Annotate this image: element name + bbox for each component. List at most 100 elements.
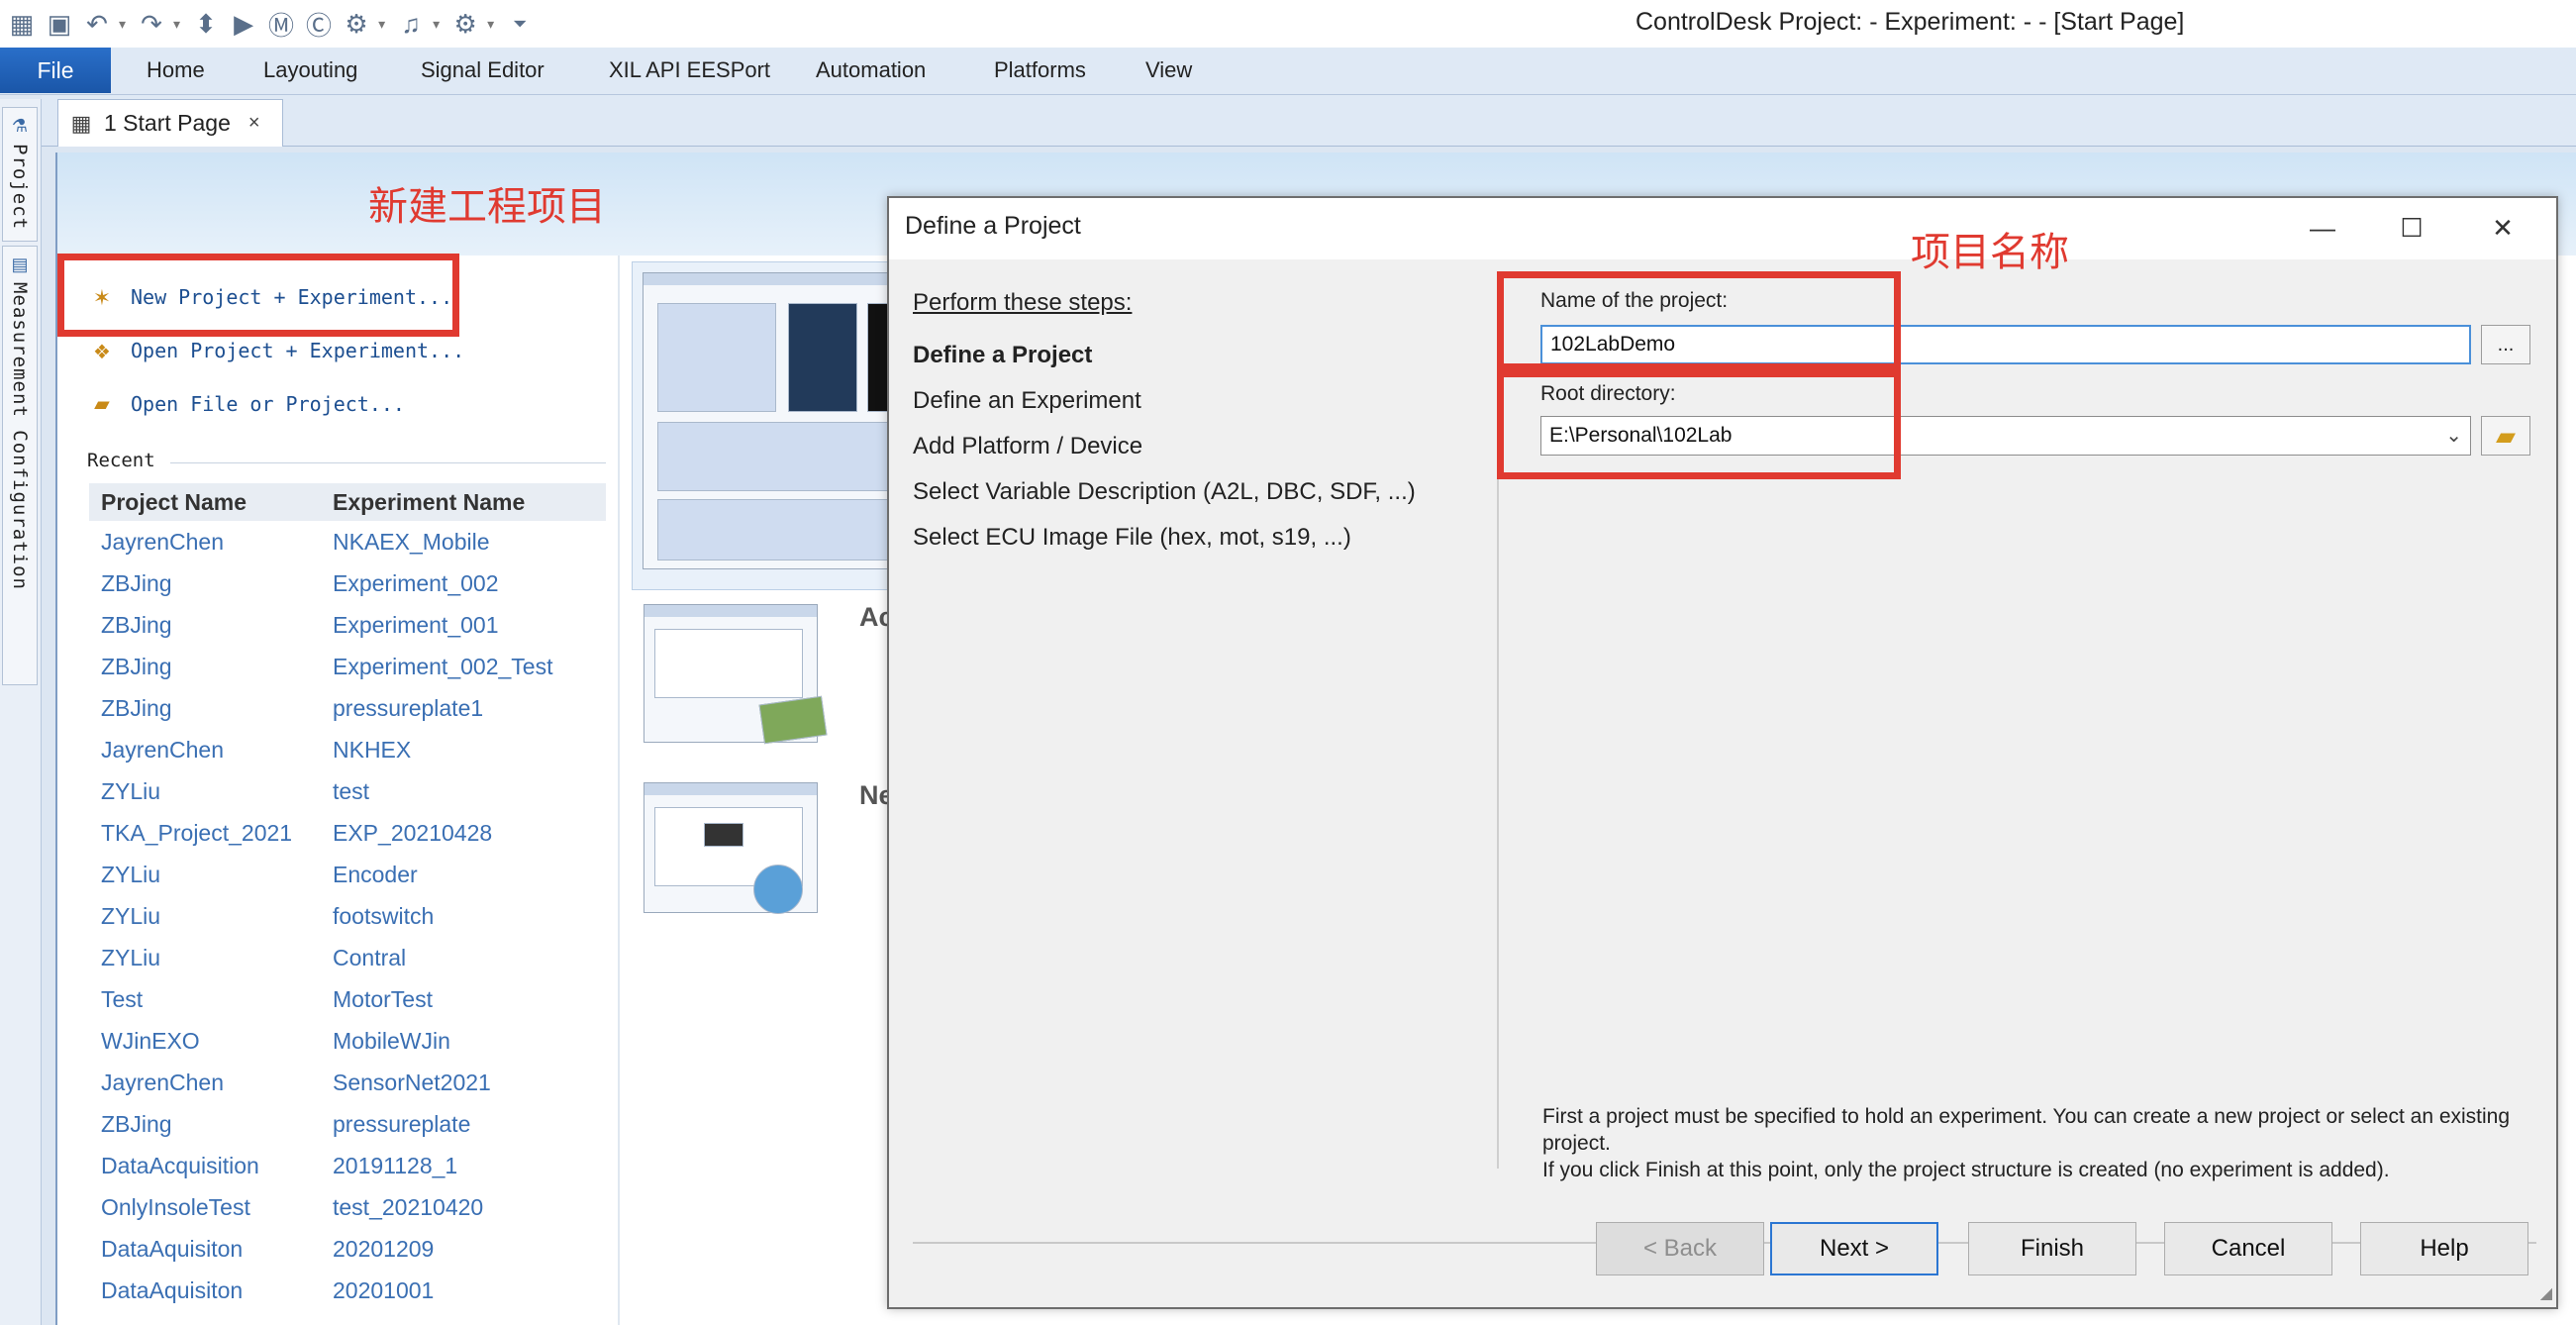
experiment-name-cell[interactable]: 20191128_1 bbox=[333, 1153, 606, 1179]
undo-dropdown-icon[interactable]: ▾ bbox=[119, 16, 126, 33]
table-row[interactable]: ZBJing Experiment_002 bbox=[89, 562, 606, 604]
project-name-cell[interactable]: ZBJing bbox=[89, 1111, 333, 1138]
maximize-icon[interactable]: ☐ bbox=[2382, 208, 2441, 248]
finish-button[interactable]: Finish bbox=[1968, 1222, 2136, 1275]
save-icon[interactable]: ▣ bbox=[44, 8, 75, 40]
table-row[interactable]: DataAquisiton 20201001 bbox=[89, 1270, 606, 1311]
table-row[interactable]: JayrenChen SensorNet2021 bbox=[89, 1062, 606, 1103]
experiment-name-cell[interactable]: test_20210420 bbox=[333, 1194, 606, 1221]
close-icon[interactable]: ✕ bbox=[2473, 208, 2532, 248]
open-file-or-project-link[interactable]: ▰ Open File or Project... bbox=[85, 388, 405, 420]
table-row[interactable]: ZBJing Experiment_002_Test bbox=[89, 646, 606, 687]
tab-xil-api-eesport[interactable]: XIL API EESPort bbox=[609, 57, 770, 83]
table-row[interactable]: ZYLiu Contral bbox=[89, 937, 606, 978]
tab-start-page[interactable]: ▦ 1 Start Page × bbox=[57, 99, 283, 147]
minimize-icon[interactable]: — bbox=[2293, 208, 2352, 248]
table-row[interactable]: WJinEXO MobileWJin bbox=[89, 1020, 606, 1062]
table-row[interactable]: DataAquisiton 20201209 bbox=[89, 1228, 606, 1270]
experiment-name-cell[interactable]: test bbox=[333, 778, 606, 805]
project-name-cell[interactable]: ZBJing bbox=[89, 612, 333, 639]
column-experiment-name[interactable]: Experiment Name bbox=[333, 489, 606, 516]
project-name-cell[interactable]: ZYLiu bbox=[89, 945, 333, 971]
table-row[interactable]: Test MotorTest bbox=[89, 978, 606, 1020]
experiment-thumbnail[interactable] bbox=[644, 782, 818, 914]
table-row[interactable]: DataAcquisition 20191128_1 bbox=[89, 1145, 606, 1186]
app-icon[interactable]: ▦ bbox=[6, 8, 38, 40]
browse-button[interactable]: ... bbox=[2481, 325, 2530, 364]
experiment-name-cell[interactable]: MobileWJin bbox=[333, 1028, 606, 1055]
table-row[interactable]: TKA_Project_2021 EXP_20210428 bbox=[89, 812, 606, 854]
cancel-button[interactable]: Cancel bbox=[2164, 1222, 2332, 1275]
experiment-name-cell[interactable]: pressureplate bbox=[333, 1111, 606, 1138]
project-name-cell[interactable]: ZYLiu bbox=[89, 862, 333, 888]
experiment-name-cell[interactable]: 20201001 bbox=[333, 1277, 606, 1304]
project-name-cell[interactable]: TKA_Project_2021 bbox=[89, 820, 333, 847]
play-icon[interactable]: ▶ bbox=[228, 8, 259, 40]
close-icon[interactable]: × bbox=[248, 112, 260, 135]
chevron-down-icon[interactable]: ⌄ bbox=[2445, 417, 2462, 455]
experiment-name-cell[interactable]: Encoder bbox=[333, 862, 606, 888]
table-row[interactable]: JayrenChen NKAEX_Mobile bbox=[89, 521, 606, 562]
table-row[interactable]: ZBJing pressureplate1 bbox=[89, 687, 606, 729]
tool2-icon[interactable]: ♫ bbox=[395, 8, 427, 40]
project-name-cell[interactable]: JayrenChen bbox=[89, 529, 333, 556]
tool1-dropdown-icon[interactable]: ▾ bbox=[378, 16, 385, 33]
table-row[interactable]: ZYLiu test bbox=[89, 770, 606, 812]
experiment-name-cell[interactable]: Experiment_001 bbox=[333, 612, 606, 639]
experiment-name-cell[interactable]: pressureplate1 bbox=[333, 695, 606, 722]
table-row[interactable]: ZYLiu footswitch bbox=[89, 895, 606, 937]
project-name-cell[interactable]: WJinEXO bbox=[89, 1028, 333, 1055]
m-icon[interactable]: Ⓜ bbox=[265, 8, 297, 41]
experiment-name-cell[interactable]: Experiment_002_Test bbox=[333, 654, 606, 680]
resize-grip-icon[interactable]: ◢ bbox=[2540, 1283, 2552, 1303]
column-project-name[interactable]: Project Name bbox=[89, 489, 333, 516]
experiment-name-cell[interactable]: 20201209 bbox=[333, 1236, 606, 1263]
redo-dropdown-icon[interactable]: ▾ bbox=[173, 16, 180, 33]
back-button[interactable]: < Back bbox=[1596, 1222, 1764, 1275]
project-name-cell[interactable]: ZBJing bbox=[89, 654, 333, 680]
table-row[interactable]: JayrenChen NKHEX bbox=[89, 729, 606, 770]
side-tab-measurement-configuration[interactable]: ▤ Measurement Configuration bbox=[2, 246, 38, 685]
project-name-cell[interactable]: JayrenChen bbox=[89, 1070, 333, 1096]
experiment-name-cell[interactable]: MotorTest bbox=[333, 986, 606, 1013]
next-button[interactable]: Next > bbox=[1770, 1222, 1938, 1275]
project-name-cell[interactable]: ZBJing bbox=[89, 695, 333, 722]
tab-automation[interactable]: Automation bbox=[816, 57, 926, 83]
tool1-icon[interactable]: ⚙ bbox=[341, 8, 372, 40]
tool3-icon[interactable]: ⚙ bbox=[449, 8, 481, 40]
customize-icon[interactable]: ⏷ bbox=[504, 8, 536, 40]
experiment-name-cell[interactable]: NKHEX bbox=[333, 737, 606, 764]
tab-view[interactable]: View bbox=[1145, 57, 1192, 83]
tab-home[interactable]: Home bbox=[147, 57, 205, 83]
table-row[interactable]: ZBJing pressureplate bbox=[89, 1103, 606, 1145]
project-name-cell[interactable]: DataAquisiton bbox=[89, 1236, 333, 1263]
move-icon[interactable]: ⬍ bbox=[190, 8, 222, 40]
undo-icon[interactable]: ↶ bbox=[81, 8, 113, 40]
c-icon[interactable]: Ⓒ bbox=[303, 8, 335, 41]
tab-signal-editor[interactable]: Signal Editor bbox=[421, 57, 545, 83]
experiment-name-cell[interactable]: SensorNet2021 bbox=[333, 1070, 606, 1096]
project-name-cell[interactable]: ZYLiu bbox=[89, 903, 333, 930]
project-name-cell[interactable]: ZYLiu bbox=[89, 778, 333, 805]
tab-layouting[interactable]: Layouting bbox=[263, 57, 357, 83]
folder-browse-icon[interactable]: ▰ bbox=[2481, 416, 2530, 456]
experiment-name-cell[interactable]: EXP_20210428 bbox=[333, 820, 606, 847]
table-row[interactable]: ZBJing Experiment_001 bbox=[89, 604, 606, 646]
experiment-name-cell[interactable]: NKAEX_Mobile bbox=[333, 529, 606, 556]
tool3-dropdown-icon[interactable]: ▾ bbox=[487, 16, 494, 33]
open-project-experiment-link[interactable]: ❖ Open Project + Experiment... bbox=[85, 335, 464, 366]
tab-platforms[interactable]: Platforms bbox=[994, 57, 1086, 83]
table-row[interactable]: OnlyInsoleTest test_20210420 bbox=[89, 1186, 606, 1228]
redo-icon[interactable]: ↷ bbox=[136, 8, 167, 40]
experiment-name-cell[interactable]: footswitch bbox=[333, 903, 606, 930]
project-name-cell[interactable]: ZBJing bbox=[89, 570, 333, 597]
tool2-dropdown-icon[interactable]: ▾ bbox=[433, 16, 440, 33]
file-tab[interactable]: File bbox=[0, 48, 111, 93]
project-name-cell[interactable]: Test bbox=[89, 986, 333, 1013]
experiment-name-cell[interactable]: Contral bbox=[333, 945, 606, 971]
table-row[interactable]: ZYLiu Encoder bbox=[89, 854, 606, 895]
experiment-name-cell[interactable]: Experiment_002 bbox=[333, 570, 606, 597]
project-name-cell[interactable]: DataAcquisition bbox=[89, 1153, 333, 1179]
help-button[interactable]: Help bbox=[2360, 1222, 2528, 1275]
project-name-cell[interactable]: JayrenChen bbox=[89, 737, 333, 764]
